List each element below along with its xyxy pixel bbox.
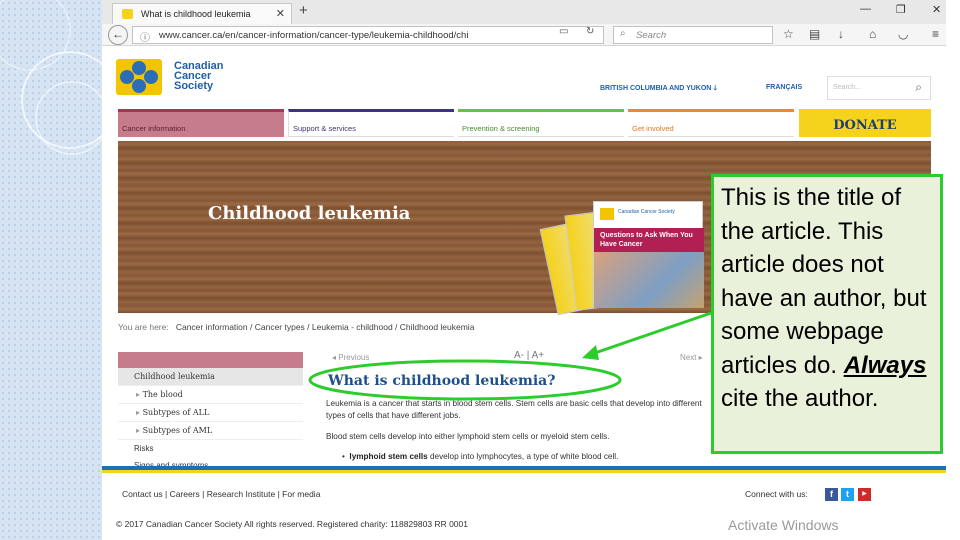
callout-emphasis: Always: [843, 351, 927, 379]
text-size-control[interactable]: A- | A+: [514, 350, 544, 361]
footer-links[interactable]: Contact us | Careers | Research Institut…: [122, 489, 320, 499]
brochure-image: Canadian Cancer Society Questions to Ask…: [593, 201, 704, 308]
copyright-text: © 2017 Canadian Cancer Society All right…: [116, 519, 468, 529]
browser-search-placeholder: Search: [636, 30, 667, 41]
annotation-callout: This is the title of the article. This a…: [711, 174, 943, 454]
nav-get-involved[interactable]: Get involved: [628, 109, 794, 137]
article-paragraph-2: Blood stem cells develop into either lym…: [326, 432, 610, 441]
bullet-bold-term: lymphoid stem cells: [349, 452, 428, 461]
reader-view-icon[interactable]: ▭: [559, 26, 568, 37]
home-icon[interactable]: ⌂: [869, 27, 876, 41]
donate-button[interactable]: DONATE: [799, 109, 931, 137]
bookmark-star-icon[interactable]: ☆: [783, 27, 794, 41]
address-bar[interactable]: ⓘ www.cancer.ca/en/cancer-information/ca…: [132, 26, 604, 44]
menu-icon[interactable]: ≡: [932, 27, 939, 41]
navigation-toolbar: ← ⓘ www.cancer.ca/en/cancer-information/…: [102, 24, 946, 46]
left-nav-item-childhood-leukemia[interactable]: Childhood leukemia: [118, 368, 303, 386]
brochure-logo-text: Canadian Cancer Society: [618, 209, 675, 215]
previous-link[interactable]: ◂ Previous: [332, 353, 369, 362]
arrow-down-icon: 🡓: [713, 85, 717, 92]
youtube-icon[interactable]: ▶: [858, 488, 871, 501]
breadcrumb: You are here: Cancer information / Cance…: [118, 322, 474, 332]
info-icon[interactable]: ⓘ: [140, 29, 150, 43]
brochure-logo-icon: [600, 208, 614, 220]
nav-cancer-information[interactable]: Cancer information: [118, 109, 284, 137]
callout-text: This is the title of the article. This a…: [721, 184, 927, 379]
next-link[interactable]: Next ▸: [680, 353, 703, 362]
tab-bar: What is childhood leukemia ✕ + — ❐ ✕: [102, 0, 946, 24]
back-button[interactable]: ←: [108, 25, 128, 45]
bullet-text: develop into lymphocytes, a type of whit…: [427, 452, 619, 461]
article-title: What is childhood leukemia?: [328, 373, 556, 389]
left-nav-header: [118, 352, 303, 368]
slide-right-margin: [946, 0, 960, 540]
hero-title: Childhood leukemia: [208, 203, 411, 224]
nav-support-services[interactable]: Support & services: [288, 109, 454, 137]
slide-background: [0, 0, 102, 540]
left-nav-item-subtypes-aml[interactable]: Subtypes of AML: [118, 422, 303, 440]
site-search-placeholder: Search...: [833, 84, 862, 91]
new-tab-icon[interactable]: +: [299, 2, 308, 19]
twitter-icon[interactable]: t: [841, 488, 854, 501]
bookmarks-list-icon[interactable]: ▤: [809, 27, 820, 41]
footer-divider: [102, 466, 946, 473]
browser-tab[interactable]: What is childhood leukemia ✕: [112, 3, 292, 24]
previous-label: Previous: [338, 353, 370, 362]
facebook-icon[interactable]: f: [825, 488, 838, 501]
next-label: Next: [680, 353, 697, 362]
tab-title: What is childhood leukemia: [141, 9, 251, 19]
decorative-circles: [0, 0, 102, 155]
connect-label: Connect with us:: [745, 489, 808, 499]
reload-icon[interactable]: ↻: [586, 26, 594, 37]
logo-line-3: Society: [174, 80, 214, 92]
url-text: www.cancer.ca/en/cancer-information/canc…: [159, 30, 469, 41]
breadcrumb-prefix: You are here:: [118, 322, 169, 332]
left-nav-item-risks[interactable]: Risks: [118, 440, 303, 457]
brochure-photo: [594, 252, 704, 308]
browser-search-input[interactable]: ⌕ Search: [613, 26, 773, 44]
brochure-header: Questions to Ask When You Have Cancer: [594, 228, 704, 252]
brochure-title: Questions to Ask When You Have Cancer: [600, 232, 693, 248]
close-tab-icon[interactable]: ✕: [276, 7, 285, 20]
left-nav-item-the-blood[interactable]: The blood: [118, 386, 303, 404]
download-icon[interactable]: ↓: [838, 27, 844, 41]
society-logo-icon[interactable]: [116, 59, 162, 95]
pocket-icon[interactable]: ◡: [898, 27, 908, 41]
close-window-icon[interactable]: ✕: [932, 3, 941, 16]
activate-windows-watermark: Activate Windows: [728, 517, 839, 533]
site-search-input[interactable]: Search... ⌕: [827, 76, 931, 100]
search-icon[interactable]: ⌕: [915, 80, 922, 95]
region-selector[interactable]: BRITISH COLUMBIA AND YUKON 🡓: [600, 84, 717, 95]
article-paragraph-1: Leukemia is a cancer that starts in bloo…: [326, 399, 702, 420]
region-label: BRITISH COLUMBIA AND YUKON: [600, 85, 712, 92]
left-nav-item-subtypes-all[interactable]: Subtypes of ALL: [118, 404, 303, 422]
logo-text[interactable]: Canadian Cancer Society: [174, 61, 224, 92]
nav-prevention-screening[interactable]: Prevention & screening: [458, 109, 624, 137]
restore-icon[interactable]: ❐: [896, 3, 906, 16]
breadcrumb-path[interactable]: Cancer information / Cancer types / Leuk…: [176, 322, 475, 332]
search-icon: ⌕: [620, 28, 626, 39]
left-navigation: Childhood leukemia The blood Subtypes of…: [118, 352, 303, 474]
favicon-icon: [122, 9, 133, 19]
article-bullet: • lymphoid stem cells develop into lymph…: [342, 452, 619, 461]
minimize-icon[interactable]: —: [860, 3, 871, 15]
language-link[interactable]: FRANÇAIS: [766, 84, 802, 91]
next-arrow-icon: ▸: [696, 353, 703, 362]
callout-text-end: cite the author.: [721, 385, 879, 412]
